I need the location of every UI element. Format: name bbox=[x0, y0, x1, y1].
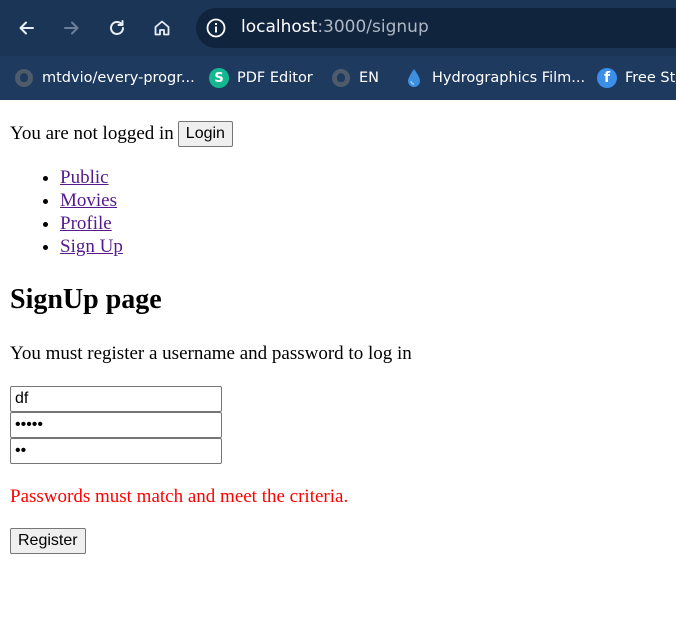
bookmark-label: Hydrographics Film... bbox=[432, 70, 586, 86]
error-message: Passwords must match and meet the criter… bbox=[10, 486, 349, 507]
nav-link-signup[interactable]: Sign Up bbox=[60, 236, 123, 257]
login-button[interactable]: Login bbox=[177, 121, 233, 147]
reload-icon bbox=[110, 20, 124, 35]
nav-link-public[interactable]: Public bbox=[60, 167, 109, 188]
bookmark-pdf-editor[interactable]: S PDF Editor bbox=[209, 65, 313, 91]
github-icon bbox=[331, 68, 351, 88]
forward-button[interactable] bbox=[55, 12, 87, 44]
bookmark-label: Free Sto bbox=[625, 70, 676, 86]
back-button[interactable] bbox=[11, 12, 43, 44]
address-bar[interactable]: localhost:3000/signup bbox=[196, 8, 676, 48]
url-path: :3000/signup bbox=[317, 17, 429, 37]
username-input[interactable] bbox=[10, 386, 222, 412]
home-button[interactable] bbox=[146, 12, 178, 44]
bookmark-label: PDF Editor bbox=[237, 70, 313, 86]
url-host: localhost bbox=[241, 17, 318, 37]
auth-status: You are not logged in Login bbox=[10, 121, 233, 147]
s-logo-icon: S bbox=[209, 68, 229, 88]
home-icon bbox=[154, 20, 170, 36]
browser-chrome: localhost:3000/signup mtdvio/every-progr… bbox=[0, 0, 676, 100]
bookmark-free-stock[interactable]: f Free Sto bbox=[597, 65, 676, 91]
page-content: You are not logged in Login Public Movie… bbox=[0, 100, 676, 627]
droplet-icon bbox=[404, 68, 424, 88]
github-icon bbox=[14, 68, 34, 88]
site-info-icon[interactable] bbox=[204, 16, 228, 40]
confirm-password-input[interactable] bbox=[10, 438, 222, 464]
bookmark-hydrographics[interactable]: Hydrographics Film... bbox=[404, 65, 585, 91]
browser-toolbar: localhost:3000/signup bbox=[0, 0, 676, 56]
nav-item-profile: Profile bbox=[60, 212, 123, 235]
url-text: localhost:3000/signup bbox=[241, 17, 429, 37]
nav-link-movies[interactable]: Movies bbox=[60, 190, 117, 211]
reload-button[interactable] bbox=[101, 12, 133, 44]
password-input[interactable] bbox=[10, 412, 222, 438]
nav-item-signup: Sign Up bbox=[60, 235, 123, 258]
nav-link-profile[interactable]: Profile bbox=[60, 213, 112, 234]
login-status-text: You are not logged in bbox=[10, 123, 174, 144]
bookmark-label: EN bbox=[359, 70, 380, 86]
bookmark-every-programmer[interactable]: mtdvio/every-progr... bbox=[14, 65, 195, 91]
bookmark-en[interactable]: EN bbox=[331, 65, 379, 91]
nav-item-public: Public bbox=[60, 166, 123, 189]
f-logo-icon: f bbox=[597, 68, 617, 88]
nav-links: Public Movies Profile Sign Up bbox=[0, 166, 123, 258]
bookmarks-bar: mtdvio/every-progr... S PDF Editor EN Hy… bbox=[0, 56, 676, 100]
bookmark-label: mtdvio/every-progr... bbox=[42, 70, 195, 86]
page-title: SignUp page bbox=[10, 284, 162, 315]
arrow-right-icon bbox=[64, 21, 79, 35]
nav-item-movies: Movies bbox=[60, 189, 123, 212]
register-button[interactable]: Register bbox=[10, 528, 86, 554]
signup-instructions: You must register a username and passwor… bbox=[10, 343, 412, 364]
arrow-left-icon bbox=[19, 21, 34, 35]
